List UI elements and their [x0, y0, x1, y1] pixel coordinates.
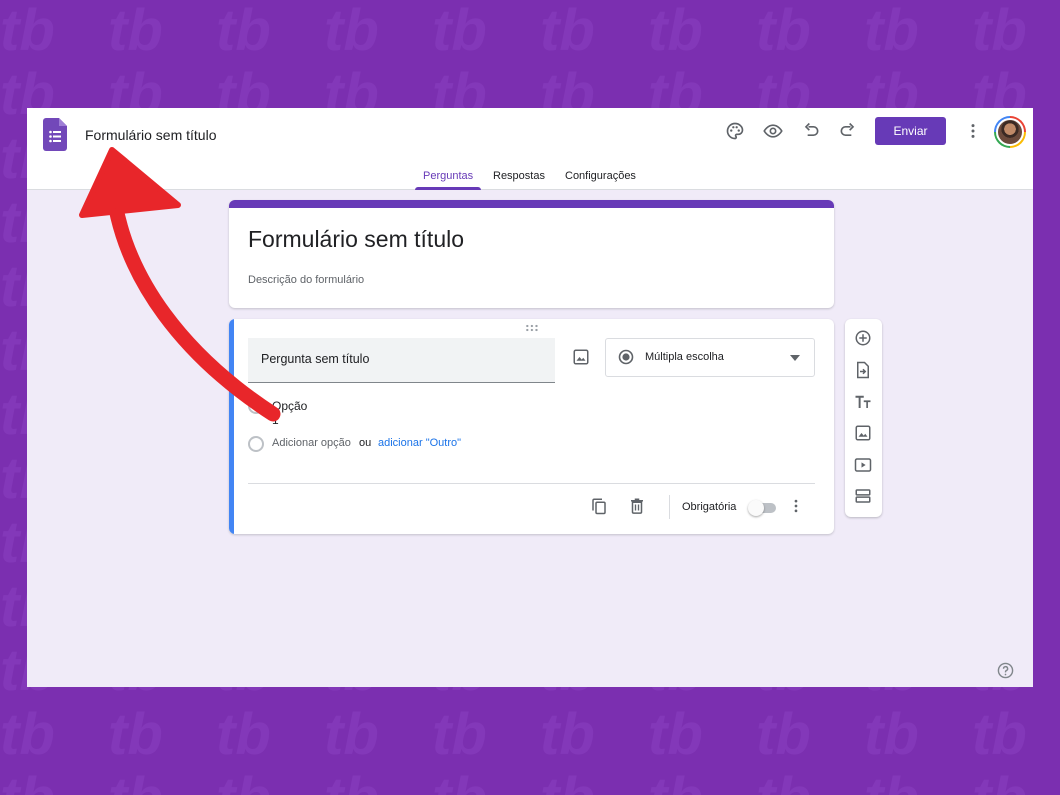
- radio-button-checked-icon: [618, 349, 634, 365]
- import-questions-icon[interactable]: [854, 361, 872, 379]
- add-video-icon[interactable]: [854, 456, 872, 474]
- tab-responses[interactable]: Respostas: [493, 170, 545, 182]
- question-type-dropdown[interactable]: Múltipla escolha: [605, 338, 815, 377]
- undo-icon[interactable]: [801, 121, 821, 141]
- option-label[interactable]: Opção 1: [272, 399, 307, 427]
- radio-button-icon: [248, 436, 264, 452]
- form-title[interactable]: Formulário sem título: [248, 226, 464, 253]
- add-image-icon[interactable]: [854, 424, 872, 442]
- question-type-label: Múltipla escolha: [645, 351, 724, 363]
- preview-eye-icon[interactable]: [763, 121, 783, 141]
- radio-button-icon: [248, 398, 264, 414]
- form-description-field[interactable]: Descrição do formulário: [248, 274, 364, 286]
- more-vert-icon[interactable]: [963, 121, 983, 141]
- floating-side-toolbar: [845, 319, 882, 517]
- or-text: ou: [359, 437, 372, 449]
- add-title-icon[interactable]: [854, 393, 872, 411]
- active-tab-indicator: [415, 187, 481, 190]
- duplicate-icon[interactable]: [590, 497, 608, 515]
- question-card: Pergunta sem título Múltipla escolha Opç…: [229, 319, 834, 534]
- toggle-knob: [748, 500, 764, 516]
- divider: [248, 483, 815, 484]
- google-forms-logo-icon[interactable]: [43, 118, 67, 151]
- app-header: Formulário sem título Enviar Perguntas R…: [27, 108, 1033, 190]
- add-option-field[interactable]: Adicionar opção: [272, 437, 351, 449]
- drag-handle-icon[interactable]: [525, 324, 539, 332]
- delete-trash-icon[interactable]: [628, 497, 646, 515]
- help-icon[interactable]: [997, 662, 1014, 679]
- send-button[interactable]: Enviar: [875, 117, 946, 145]
- avatar-photo: [996, 118, 1024, 146]
- required-label: Obrigatória: [682, 501, 737, 513]
- add-section-icon[interactable]: [854, 487, 872, 505]
- dropdown-caret-icon: [790, 355, 800, 361]
- tab-questions[interactable]: Perguntas: [423, 170, 473, 182]
- browser-window: Formulário sem título Enviar Perguntas R…: [27, 108, 1033, 687]
- insert-image-icon[interactable]: [572, 348, 590, 366]
- tab-bar: Perguntas Respostas Configurações: [27, 170, 1033, 190]
- tab-settings[interactable]: Configurações: [565, 170, 636, 182]
- footer-divider: [669, 495, 670, 519]
- form-title-card: Formulário sem título Descrição do formu…: [229, 200, 834, 308]
- add-question-icon[interactable]: [854, 329, 872, 347]
- account-avatar[interactable]: [994, 116, 1026, 148]
- add-other-link[interactable]: adicionar "Outro": [378, 437, 461, 449]
- active-card-indicator: [229, 319, 234, 534]
- document-title[interactable]: Formulário sem título: [85, 127, 216, 143]
- question-more-vert-icon[interactable]: [787, 497, 805, 515]
- palette-icon[interactable]: [725, 121, 745, 141]
- required-toggle[interactable]: [748, 500, 778, 516]
- question-title-input[interactable]: Pergunta sem título: [248, 338, 555, 383]
- redo-icon[interactable]: [838, 121, 858, 141]
